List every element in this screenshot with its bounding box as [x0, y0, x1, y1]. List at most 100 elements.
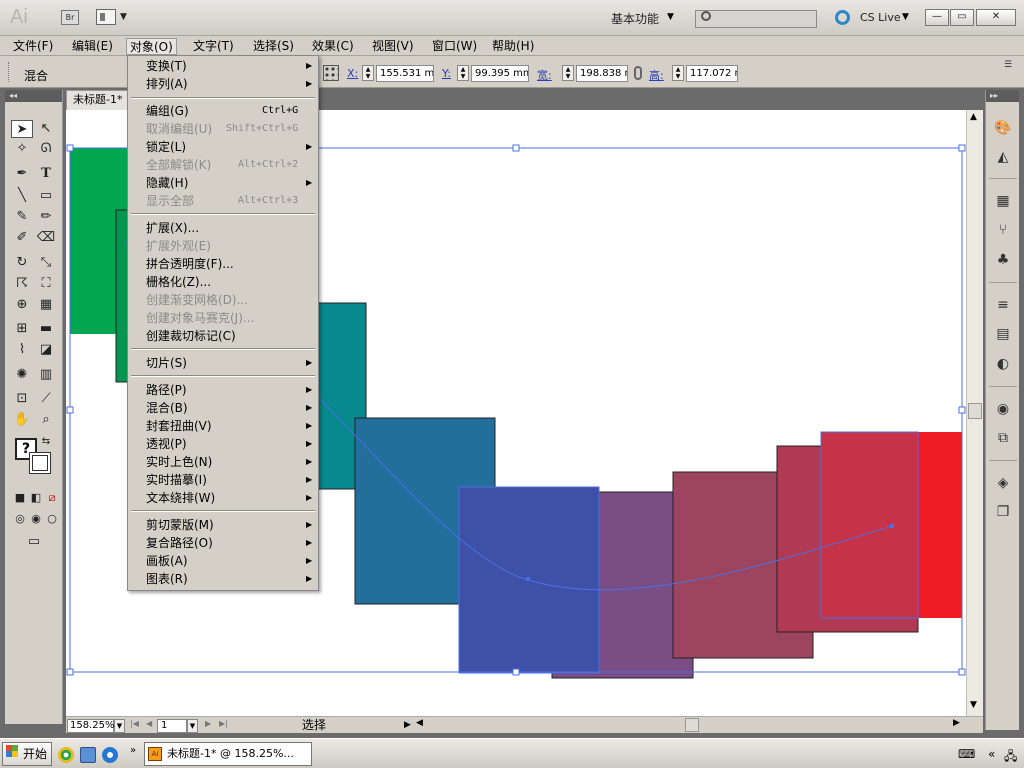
selection-tool-icon[interactable]: ➤: [11, 120, 33, 138]
height-label[interactable]: 高:: [649, 67, 664, 83]
anchor-point[interactable]: [890, 524, 894, 528]
swap-fill-stroke-icon[interactable]: ⇆: [39, 433, 53, 451]
menu-item-arrange[interactable]: 排列(A): [146, 76, 188, 92]
scale-tool-icon[interactable]: ⤡: [35, 254, 57, 272]
shape-builder-tool-icon[interactable]: ⊕: [11, 296, 33, 314]
previous-artboard-icon[interactable]: ◀: [146, 719, 152, 728]
menu-item-ungroup[interactable]: 取消编组(U): [146, 121, 212, 137]
help-search-input[interactable]: [695, 10, 817, 28]
vertical-scrollbar[interactable]: ▲ ▼: [966, 110, 983, 716]
stroke-panel-icon[interactable]: ≡: [993, 296, 1013, 314]
document-tab[interactable]: 未标题-1*: [66, 90, 130, 110]
menu-item-envelope-distort[interactable]: 封套扭曲(V): [146, 418, 212, 434]
direct-selection-tool-icon[interactable]: ↖: [35, 120, 57, 138]
menu-item-transform[interactable]: 变换(T): [146, 58, 187, 74]
chevron-down-icon[interactable]: ▼: [114, 719, 125, 733]
menu-edit[interactable]: 编辑(E): [69, 38, 116, 55]
expand-panels-icon[interactable]: ▸▸: [986, 90, 1019, 102]
magic-wand-tool-icon[interactable]: ✧: [11, 140, 33, 158]
reference-point-icon[interactable]: [323, 65, 339, 81]
artboards-panel-icon[interactable]: ❐: [993, 503, 1013, 521]
pencil-tool-icon[interactable]: ✏: [35, 208, 57, 226]
blend-tool-icon[interactable]: ◪: [35, 341, 57, 359]
menu-view[interactable]: 视图(V): [369, 38, 417, 55]
menu-item-lock[interactable]: 锁定(L): [146, 139, 186, 155]
tray-expand-icon[interactable]: «: [988, 747, 995, 761]
menu-effect[interactable]: 效果(C): [309, 38, 357, 55]
menu-item-blend[interactable]: 混合(B): [146, 400, 188, 416]
menu-item-artboards[interactable]: 画板(A): [146, 553, 188, 569]
panel-gripper[interactable]: [8, 62, 12, 82]
scroll-down-icon[interactable]: ▼: [970, 700, 977, 710]
artboard-number-field[interactable]: 1: [157, 719, 187, 733]
minimize-button[interactable]: —: [925, 9, 949, 26]
zoom-tool-icon[interactable]: ⌕: [35, 411, 57, 429]
bbox-handle[interactable]: [512, 144, 520, 152]
menu-item-show-all[interactable]: 显示全部: [146, 193, 194, 209]
arrange-documents-icon[interactable]: [96, 9, 116, 25]
vertical-scroll-thumb[interactable]: [968, 403, 982, 419]
anchor-point[interactable]: [526, 577, 530, 581]
lasso-tool-icon[interactable]: ᘏ: [35, 140, 57, 158]
current-tool-status[interactable]: 选择: [302, 718, 326, 733]
chevron-down-icon[interactable]: ▼: [187, 719, 198, 733]
menu-item-gradient-mesh[interactable]: 创建渐变网格(D)...: [146, 292, 248, 308]
keyboard-icon[interactable]: ⌨: [958, 747, 975, 761]
bridge-button[interactable]: Br: [61, 10, 79, 25]
appearance-panel-icon[interactable]: ◉: [993, 400, 1013, 418]
menu-item-clipping-mask[interactable]: 剪切蒙版(M): [146, 517, 214, 533]
menu-item-graph[interactable]: 图表(R): [146, 571, 188, 587]
menu-help[interactable]: 帮助(H): [489, 38, 537, 55]
bbox-handle[interactable]: [512, 668, 520, 676]
cs-live-button[interactable]: CS Live: [860, 11, 901, 24]
blob-brush-tool-icon[interactable]: ✐: [11, 229, 33, 247]
bbox-handle[interactable]: [958, 144, 966, 152]
height-field[interactable]: 117.072 mm: [686, 65, 738, 82]
chevron-down-icon[interactable]: ▼: [667, 12, 674, 22]
network-icon[interactable]: 🖧: [1004, 747, 1017, 768]
screen-mode-icon[interactable]: ▭: [23, 533, 45, 551]
chevron-down-icon[interactable]: ▼: [120, 12, 127, 22]
symbol-sprayer-tool-icon[interactable]: ✺: [11, 366, 33, 384]
x-field[interactable]: 155.531 mm: [376, 65, 434, 82]
constrain-proportions-icon[interactable]: [634, 66, 642, 80]
y-label[interactable]: Y:: [442, 67, 451, 80]
panel-menu-icon[interactable]: ☰: [1004, 60, 1012, 70]
menu-item-expand[interactable]: 扩展(X)...: [146, 220, 199, 236]
menu-item-perspective[interactable]: 透视(P): [146, 436, 187, 452]
eyedropper-tool-icon[interactable]: ⌇: [11, 341, 33, 359]
scroll-left-icon[interactable]: ◀: [416, 718, 423, 728]
perspective-grid-tool-icon[interactable]: ▦: [35, 296, 57, 314]
zoom-level-field[interactable]: 158.25%: [67, 719, 115, 733]
width-field[interactable]: 198.838 mm: [576, 65, 628, 82]
workspace-switcher[interactable]: 基本功能: [611, 10, 659, 27]
scroll-up-icon[interactable]: ▲: [970, 112, 977, 122]
rotate-tool-icon[interactable]: ↻: [11, 254, 33, 272]
next-artboard-icon[interactable]: ▶: [205, 719, 211, 728]
scroll-right-icon[interactable]: ▶: [953, 718, 960, 728]
height-stepper[interactable]: ▲ ▼: [672, 65, 684, 81]
free-transform-tool-icon[interactable]: ⛶: [35, 275, 57, 293]
width-stepper[interactable]: ▲ ▼: [562, 65, 574, 81]
eraser-tool-icon[interactable]: ⌫: [35, 229, 57, 247]
menu-item-text-wrap[interactable]: 文本绕排(W): [146, 490, 215, 506]
menu-item-hide[interactable]: 隐藏(H): [146, 175, 188, 191]
swatches-panel-icon[interactable]: ▦: [993, 192, 1013, 210]
blend-step-shape[interactable]: [820, 431, 919, 619]
warp-tool-icon[interactable]: ☈: [11, 275, 33, 293]
desktop-icon[interactable]: [80, 747, 96, 763]
x-stepper[interactable]: ▲ ▼: [362, 65, 374, 81]
column-graph-tool-icon[interactable]: ▥: [35, 366, 57, 384]
menu-select[interactable]: 选择(S): [250, 38, 297, 55]
bbox-handle[interactable]: [958, 406, 966, 414]
pen-tool-icon[interactable]: ✒: [11, 165, 33, 183]
bbox-handle[interactable]: [958, 668, 966, 676]
menu-type[interactable]: 文字(T): [190, 38, 237, 55]
taskbar-illustrator-window[interactable]: 未标题-1* @ 158.25%...: [144, 742, 312, 766]
graphic-styles-panel-icon[interactable]: ⧉: [993, 429, 1013, 447]
bbox-handle[interactable]: [66, 406, 74, 414]
line-tool-icon[interactable]: ╲: [11, 187, 33, 205]
menu-item-rasterize[interactable]: 栅格化(Z)...: [146, 274, 211, 290]
menu-item-unlock-all[interactable]: 全部解锁(K): [146, 157, 211, 173]
horizontal-scroll-thumb[interactable]: [685, 718, 699, 732]
